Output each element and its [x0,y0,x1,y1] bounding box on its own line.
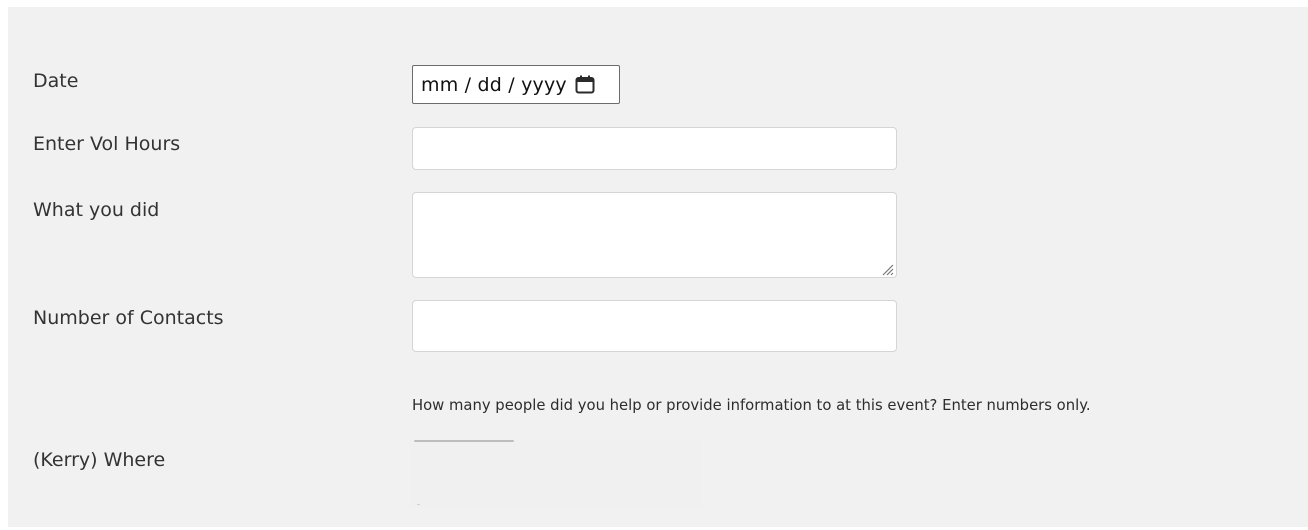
where-select-top-border [414,440,514,442]
vol-hours-input[interactable] [412,127,897,170]
what-you-did-label: What you did [33,199,160,221]
number-of-contacts-label: Number of Contacts [33,307,224,329]
where-label: (Kerry) Where [33,449,166,471]
where-select-artifact [417,504,420,505]
date-label: Date [33,70,79,92]
contacts-help-text: How many people did you help or provide … [412,397,1091,414]
where-select[interactable] [410,440,702,508]
number-of-contacts-input[interactable] [412,300,897,352]
resize-grip-icon[interactable] [880,261,894,276]
what-you-did-textarea[interactable] [412,192,897,278]
vol-hours-label: Enter Vol Hours [33,133,181,155]
volunteer-hours-form: Date mm / dd / yyyy Enter Vol Hours What… [8,7,1308,527]
date-input[interactable]: mm / dd / yyyy [412,65,620,104]
calendar-icon[interactable] [575,75,595,94]
date-placeholder: mm / dd / yyyy [421,73,567,96]
